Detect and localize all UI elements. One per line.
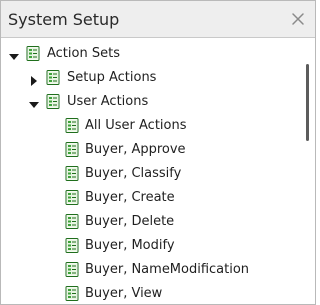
action-set-icon [64, 285, 80, 302]
tree-item-label: All User Actions [85, 118, 187, 133]
panel-header: System Setup [1, 1, 315, 38]
tree-item-label: User Actions [67, 94, 149, 109]
close-icon[interactable] [288, 9, 308, 29]
action-set-icon [64, 141, 80, 158]
panel-title: System Setup [8, 10, 120, 29]
tree-item-label: Setup Actions [67, 70, 157, 85]
tree-item[interactable]: Action Sets [1, 42, 301, 66]
action-set-icon [64, 117, 80, 134]
tree-item-label: Buyer, Modify [85, 238, 175, 253]
action-set-icon [45, 69, 61, 86]
tree-item-label: Buyer, NameModification [85, 262, 250, 277]
tree-item-label: Buyer, Create [85, 190, 175, 205]
action-set-icon [64, 237, 80, 254]
tree-item-label: Buyer, View [85, 286, 163, 301]
action-set-icon [64, 165, 80, 182]
tree-item-label: Action Sets [47, 46, 120, 61]
tree-item[interactable]: Buyer, View [1, 282, 301, 304]
tree-view: Action Sets Setup Actions User Actions All … [1, 39, 301, 304]
tree-item[interactable]: User Actions [1, 90, 301, 114]
action-set-icon [45, 93, 61, 110]
collapse-triangle-icon[interactable] [28, 96, 40, 108]
collapse-triangle-icon[interactable] [8, 48, 20, 60]
scrollbar[interactable] [301, 39, 315, 304]
tree-item[interactable]: Setup Actions [1, 66, 301, 90]
system-setup-panel: System Setup Action Sets Setup Actions Use… [0, 0, 316, 305]
tree-item[interactable]: Buyer, Delete [1, 210, 301, 234]
action-set-icon [64, 189, 80, 206]
action-set-icon [64, 261, 80, 278]
tree-item-label: Buyer, Classify [85, 166, 182, 181]
action-set-icon [64, 213, 80, 230]
tree-item[interactable]: Buyer, Create [1, 186, 301, 210]
tree-item[interactable]: Buyer, NameModification [1, 258, 301, 282]
tree-item[interactable]: All User Actions [1, 114, 301, 138]
action-set-icon [25, 45, 41, 62]
scrollbar-thumb[interactable] [306, 64, 309, 141]
tree-item-label: Buyer, Approve [85, 142, 186, 157]
tree-item-label: Buyer, Delete [85, 214, 175, 229]
tree-item[interactable]: Buyer, Modify [1, 234, 301, 258]
tree-item[interactable]: Buyer, Approve [1, 138, 301, 162]
tree-item[interactable]: Buyer, Classify [1, 162, 301, 186]
expand-triangle-icon[interactable] [28, 72, 40, 86]
